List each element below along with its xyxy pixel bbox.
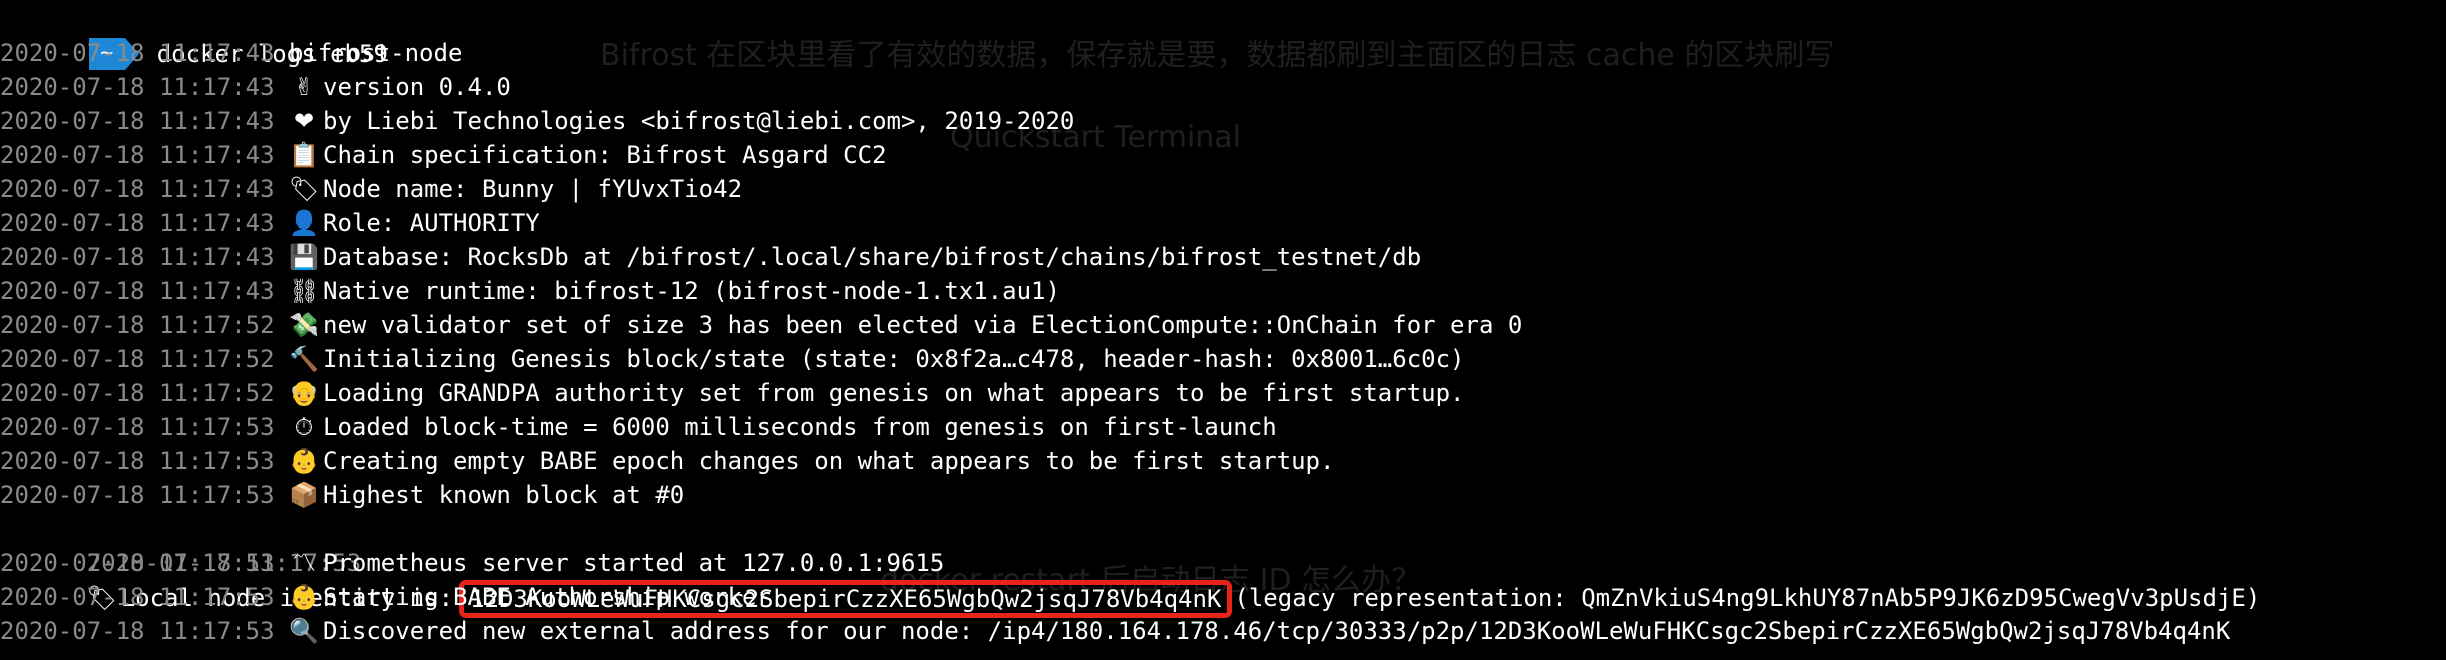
log-line: 2020-07-18 11:17:53 👶 Starting BABE Autho… <box>0 580 2446 614</box>
log-line: 2020-07-18 11:17:43 👤 Role: AUTHORITY <box>0 206 2446 240</box>
log-message: version 0.4.0 <box>323 73 511 101</box>
log-line: 2020-07-18 11:17:43 📋 Chain specification… <box>0 138 2446 172</box>
log-timestamp: 2020-07-18 11:17:43 <box>0 107 275 135</box>
log-message: Discovered new external address for our … <box>323 617 2231 645</box>
log-line: 2020-07-18 11:17:43 🏷 Node name: Bunny | … <box>0 172 2446 206</box>
victory-hand-icon: ✌ <box>293 73 315 101</box>
log-line: 2020-07-18 11:17:43 ❤ by Liebi Technologi… <box>0 104 2446 138</box>
log-line: 2020-07-18 11:17:43 💾 Database: RocksDb a… <box>0 240 2446 274</box>
log-timestamp: 2020-07-18 11:17:43 <box>0 277 275 305</box>
log-message: Prometheus server started at 127.0.0.1:9… <box>323 549 945 577</box>
log-timestamp: 2020-07-18 11:17:43 <box>0 141 275 169</box>
log-message: Node name: Bunny | fYUvxTio42 <box>323 175 743 203</box>
package-icon: 📦 <box>289 481 319 509</box>
log-message: Loaded block-time = 6000 milliseconds fr… <box>323 413 1277 441</box>
log-timestamp: 2020-07-18 11:17:53 <box>0 481 275 509</box>
log-timestamp: 2020-07-18 11:17:43 <box>0 209 275 237</box>
terminal-output: ~ docker logs eb59 2020-07-18 11:17:43 bi… <box>0 0 2446 660</box>
log-timestamp: 2020-07-18 11:17:43 <box>0 39 275 67</box>
log-message: Native runtime: bifrost-12 (bifrost-node… <box>323 277 1060 305</box>
log-timestamp: 2020-07-18 11:17:53 <box>0 447 275 475</box>
log-message: Highest known block at #0 <box>323 481 685 509</box>
log-timestamp: 2020-07-18 11:17:52 <box>0 379 275 407</box>
log-timestamp: 2020-07-18 11:17:43 <box>0 73 275 101</box>
chains-icon: ⛓ <box>289 277 320 305</box>
hammer-icon: 🔨 <box>289 345 319 373</box>
log-message: Starting BABE Authorship worker <box>323 583 771 611</box>
part-alternation-mark-icon: 〽 <box>292 549 316 577</box>
red-heart-icon: ❤ <box>293 107 315 135</box>
log-line-identity: 2020-07-18 11:17:53 🏷 Local node identity… <box>0 512 2446 618</box>
stopwatch-icon: ⏱ <box>294 413 314 441</box>
log-message: Initializing Genesis block/state (state:… <box>323 345 1465 373</box>
log-message: Database: RocksDb at /bifrost/.local/sha… <box>323 243 1422 271</box>
log-lines: 2020-07-18 11:17:43 bifrost-node 2020-07-… <box>0 36 2446 512</box>
log-timestamp: 2020-07-18 11:17:53 <box>0 413 275 441</box>
log-line-cutoff <box>0 648 2446 660</box>
log-timestamp: 2020-07-18 11:17:53 <box>0 617 275 645</box>
clipboard-icon: 📋 <box>289 141 319 169</box>
log-timestamp: 2020-07-18 11:17:53 <box>0 549 275 577</box>
old-man-icon: 👴 <box>289 379 319 407</box>
log-line: 2020-07-18 11:17:43 ⛓ Native runtime: bif… <box>0 274 2446 308</box>
label-tag-icon: 🏷 <box>289 175 320 203</box>
log-timestamp: 2020-07-18 11:17:52 <box>0 311 275 339</box>
log-line: 2020-07-18 11:17:52 💸 new validator set o… <box>0 308 2446 342</box>
log-lines: 2020-07-18 11:17:53 〽 Prometheus server s… <box>0 546 2446 648</box>
log-line: 2020-07-18 11:17:53 👶 Creating empty BABE… <box>0 444 2446 478</box>
log-line: 2020-07-18 11:17:43 ✌ version 0.4.0 <box>0 70 2446 104</box>
magnifying-glass-icon: 🔍 <box>289 617 319 645</box>
log-message: Loading GRANDPA authority set from genes… <box>323 379 1465 407</box>
log-line: 2020-07-18 11:17:53 📦 Highest known block… <box>0 478 2446 512</box>
log-line: 2020-07-18 11:17:43 bifrost-node <box>0 36 2446 70</box>
log-message: new validator set of size 3 has been ele… <box>323 311 1523 339</box>
money-with-wings-icon: 💸 <box>289 311 319 339</box>
log-timestamp: 2020-07-18 11:17:53 <box>0 583 275 611</box>
log-line: 2020-07-18 11:17:52 🔨 Initializing Genesi… <box>0 342 2446 376</box>
user-silhouette-icon: 👤 <box>289 209 319 237</box>
log-line: 2020-07-18 11:17:53 🔍 Discovered new exte… <box>0 614 2446 648</box>
log-message: by Liebi Technologies <bifrost@liebi.com… <box>323 107 1075 135</box>
prompt-line: ~ docker logs eb59 <box>0 0 2446 70</box>
log-message: Creating empty BABE epoch changes on wha… <box>323 447 1335 475</box>
baby-icon: 👶 <box>289 583 319 611</box>
log-line: 2020-07-18 11:17:53 ⏱ Loaded block-time =… <box>0 410 2446 444</box>
log-message: bifrost-node <box>289 39 463 67</box>
log-line: 2020-07-18 11:17:52 👴 Loading GRANDPA aut… <box>0 376 2446 410</box>
log-timestamp: 2020-07-18 11:17:52 <box>0 345 275 373</box>
log-message: Chain specification: Bifrost Asgard CC2 <box>323 141 887 169</box>
log-timestamp: 2020-07-18 11:17:43 <box>0 175 275 203</box>
baby-icon: 👶 <box>289 447 319 475</box>
floppy-disk-icon: 💾 <box>289 243 319 271</box>
log-timestamp: 2020-07-18 11:17:43 <box>0 243 275 271</box>
log-message: Role: AUTHORITY <box>323 209 540 237</box>
terminal-window[interactable]: Bifrost 在区块里看了有效的数据，保存就是要，数据都刷到主面区的日志 ca… <box>0 0 2446 660</box>
log-line: 2020-07-18 11:17:53 〽 Prometheus server s… <box>0 546 2446 580</box>
